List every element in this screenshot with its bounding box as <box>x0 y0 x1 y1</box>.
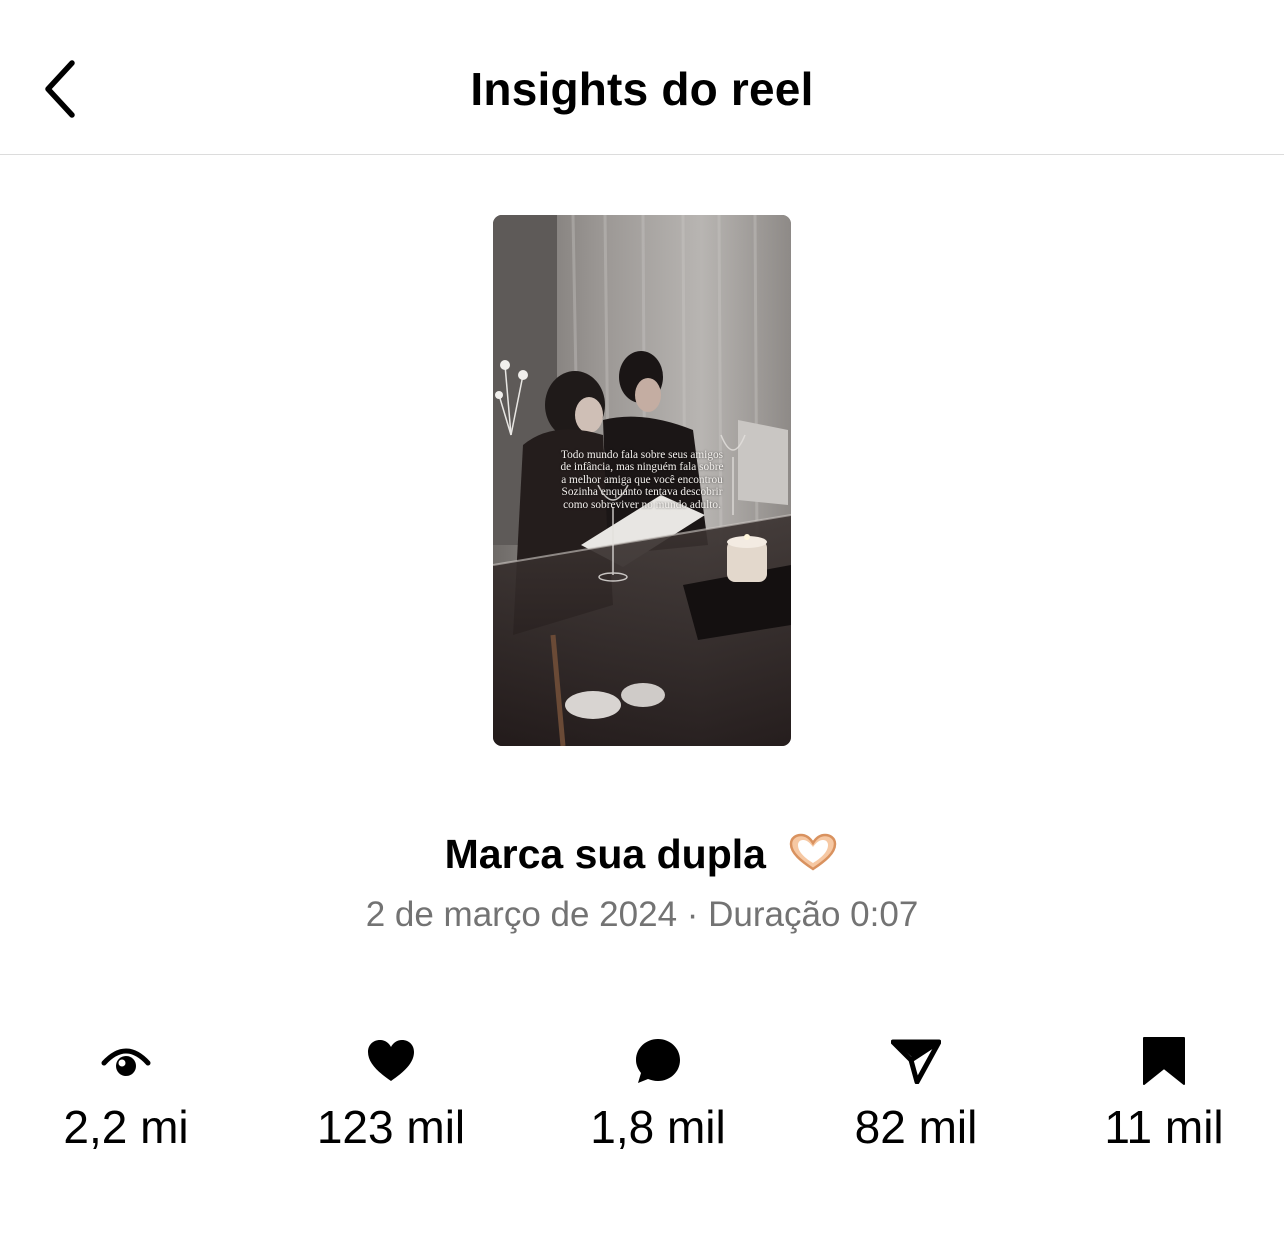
overlay-line: como sobreviver no mundo adulto. <box>563 498 721 511</box>
top-bar: Insights do reel <box>0 0 1284 155</box>
eye-icon <box>101 1048 151 1076</box>
stat-comments[interactable]: 1,8 mil <box>538 1030 778 1154</box>
overlay-line: Todo mundo fala sobre seus amigos <box>560 449 724 461</box>
stat-comments-value: 1,8 mil <box>590 1101 726 1153</box>
stat-likes-value: 123 mil <box>316 1101 466 1153</box>
page-title: Insights do reel <box>470 63 814 115</box>
reel-title-text: Marca sua dupla <box>444 831 766 877</box>
overlay-line: de infância, mas ninguém fala sobre <box>560 461 724 474</box>
comment-icon <box>636 1039 680 1083</box>
share-icon <box>891 1039 941 1084</box>
reel-duration: Duração 0:07 <box>708 895 919 934</box>
stat-views[interactable]: 2,2 mi <box>6 1030 246 1154</box>
reel-title: Marca sua dupla <box>0 831 1284 878</box>
stat-saves[interactable]: 11 mil <box>1044 1030 1284 1154</box>
meta-separator: · <box>686 895 699 934</box>
reel-insights-screen: Insights do reel Todo mundo fala sobre s… <box>0 0 1284 1234</box>
stat-saves-value: 11 mil <box>1104 1101 1224 1153</box>
heart-hands-emoji-icon <box>790 833 837 871</box>
stat-views-value: 2,2 mi <box>63 1101 189 1153</box>
reel-caption-overlay: Todo mundo fala sobre seus amigos de inf… <box>533 449 751 511</box>
reel-meta: 2 de março de 2024 · Duração 0:07 <box>0 895 1284 935</box>
heart-icon <box>368 1040 414 1081</box>
bookmark-icon <box>1143 1037 1185 1085</box>
stat-shares[interactable]: 82 mil <box>796 1030 1036 1154</box>
reel-thumbnail[interactable]: Todo mundo fala sobre seus amigos de inf… <box>493 215 791 746</box>
reel-date: 2 de março de 2024 <box>365 895 678 934</box>
stat-shares-value: 82 mil <box>854 1101 978 1153</box>
overlay-line: Sozinha enquanto tentava descobrir <box>561 486 723 499</box>
overlay-line: a melhor amiga que você encontrou <box>561 473 723 486</box>
stat-likes[interactable]: 123 mil <box>271 1030 511 1154</box>
